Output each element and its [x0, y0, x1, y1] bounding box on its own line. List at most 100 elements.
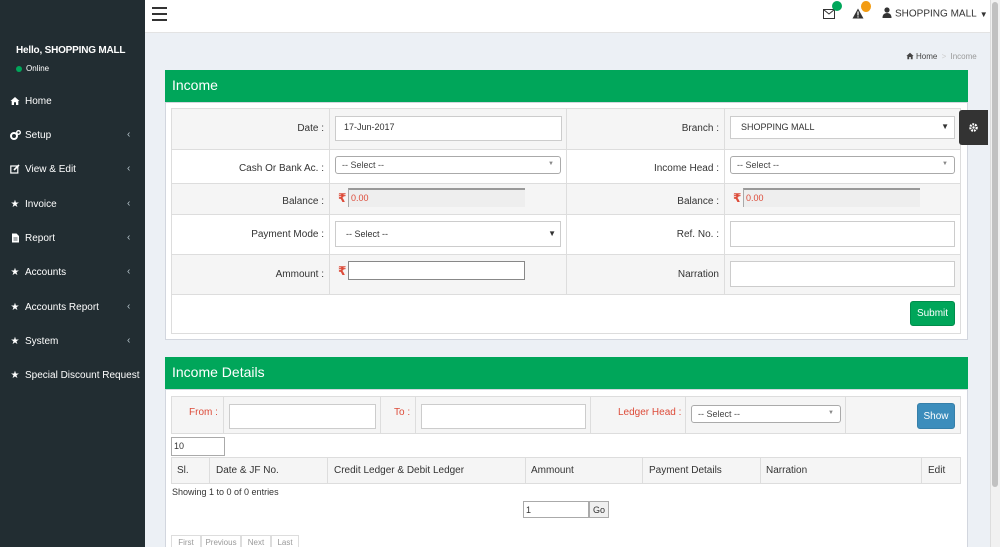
chevron-left-icon: ‹	[127, 163, 131, 174]
pager-next[interactable]: Next	[241, 535, 271, 547]
pager-last[interactable]: Last	[271, 535, 299, 547]
ref-no-label: Ref. No. :	[676, 229, 719, 240]
rupee-icon: ₹	[338, 191, 347, 205]
star-icon: ★	[10, 336, 20, 347]
column-header-sl[interactable]: Sl.	[177, 465, 189, 476]
cash-bank-label: Cash Or Bank Ac. :	[238, 163, 324, 174]
sidebar-item-view-edit[interactable]: View & Edit ‹	[0, 160, 145, 182]
balance-left-value: 0.00	[348, 188, 525, 207]
user-greeting: Hello, SHOPPING MALL	[16, 45, 126, 56]
show-button[interactable]: Show	[917, 403, 955, 429]
date-input[interactable]: 17-Jun-2017	[335, 116, 562, 141]
chevron-left-icon: ‹	[127, 266, 131, 277]
alerts-badge	[861, 1, 871, 12]
caret-down-icon: ▼	[828, 410, 834, 416]
pager-previous[interactable]: Previous	[201, 535, 241, 547]
rupee-icon: ₹	[733, 191, 742, 205]
submit-button[interactable]: Submit	[910, 301, 955, 326]
sidebar-item-label: Accounts Report	[25, 302, 99, 313]
column-header-edit[interactable]: Edit	[928, 465, 945, 476]
sidebar-item-special-discount[interactable]: ★ Special Discount Request	[0, 366, 145, 388]
sidebar-toggle-icon[interactable]	[152, 7, 167, 21]
col-divider	[415, 397, 416, 433]
sidebar-item-setup[interactable]: Setup ‹	[0, 126, 145, 148]
pager-first[interactable]: First	[171, 535, 201, 547]
breadcrumb-home[interactable]: Home	[916, 52, 937, 61]
branch-select[interactable]: SHOPPING MALL ▼	[730, 116, 955, 139]
settings-button[interactable]	[959, 110, 988, 145]
caret-down-icon: ▼	[548, 161, 554, 167]
sidebar-item-accounts-report[interactable]: ★ Accounts Report ‹	[0, 298, 145, 320]
star-icon: ★	[10, 267, 20, 278]
sidebar-item-label: System	[25, 336, 59, 347]
branch-label: Branch :	[681, 123, 719, 134]
rupee-icon: ₹	[338, 264, 347, 278]
col-divider	[329, 109, 330, 294]
breadcrumb-separator: >	[941, 52, 947, 62]
go-button[interactable]: Go	[589, 501, 609, 518]
scrollbar-thumb[interactable]	[992, 2, 998, 487]
amount-input[interactable]	[348, 261, 525, 280]
online-dot-icon	[16, 65, 22, 72]
sidebar-item-home[interactable]: Home	[0, 92, 145, 114]
sidebar-item-label: Setup	[25, 130, 52, 141]
sidebar-item-system[interactable]: ★ System ‹	[0, 332, 145, 354]
from-date-input[interactable]	[229, 404, 376, 429]
income-head-select-value: -- Select --	[737, 160, 780, 170]
caret-down-icon: ▼	[979, 9, 988, 19]
page-number-input[interactable]: 1	[523, 501, 589, 518]
sidebar-item-label: View & Edit	[25, 164, 76, 175]
sidebar-item-accounts[interactable]: ★ Accounts ‹	[0, 263, 145, 285]
narration-input[interactable]	[730, 261, 955, 287]
income-head-select[interactable]: -- Select -- ▼	[730, 156, 955, 174]
col-divider	[380, 397, 381, 433]
star-icon: ★	[10, 302, 20, 313]
income-panel-header: Income	[165, 70, 968, 102]
column-header-amount[interactable]: Ammount	[531, 465, 574, 476]
home-icon	[906, 52, 914, 62]
from-label: From :	[189, 407, 218, 418]
income-details-title: Income Details	[172, 364, 265, 380]
col-divider	[685, 397, 686, 433]
branch-select-value: SHOPPING MALL	[741, 122, 815, 132]
cash-bank-select-value: -- Select --	[342, 160, 385, 170]
breadcrumb: Home > Income	[906, 52, 977, 62]
col-divider	[921, 458, 922, 484]
column-header-payment[interactable]: Payment Details	[649, 465, 722, 476]
sidebar-item-report[interactable]: Report ‹	[0, 229, 145, 251]
edit-icon	[10, 164, 20, 177]
sidebar-item-label: Invoice	[25, 199, 57, 210]
chevron-left-icon: ‹	[127, 301, 131, 312]
caret-down-icon: ▼	[548, 229, 556, 238]
date-label: Date :	[297, 123, 324, 134]
income-title: Income	[172, 77, 218, 93]
col-divider	[724, 109, 725, 294]
sidebar-item-label: Home	[25, 96, 52, 107]
col-divider	[209, 458, 210, 484]
narration-label: Narration	[677, 269, 719, 280]
user-menu[interactable]: SHOPPING MALL ▼	[882, 7, 988, 21]
page-size-select[interactable]: 10	[171, 437, 225, 456]
chevron-left-icon: ‹	[127, 232, 131, 243]
ledger-head-select[interactable]: -- Select -- ▼	[691, 405, 841, 423]
to-label: To :	[394, 407, 411, 418]
payment-mode-select[interactable]: -- Select -- ▼	[335, 221, 561, 247]
cash-bank-select[interactable]: -- Select -- ▼	[335, 156, 561, 174]
cogs-icon	[10, 130, 21, 143]
balance-label: Balance :	[282, 196, 324, 207]
col-divider	[760, 458, 761, 484]
ref-no-input[interactable]	[730, 221, 955, 247]
to-date-input[interactable]	[421, 404, 586, 429]
col-divider	[525, 458, 526, 484]
column-header-date[interactable]: Date & JF No.	[216, 465, 279, 476]
star-icon: ★	[10, 199, 20, 210]
payment-mode-label: Payment Mode :	[251, 229, 324, 240]
sidebar-item-label: Accounts	[25, 267, 67, 278]
messages-icon[interactable]	[823, 9, 835, 22]
column-header-narration[interactable]: Narration	[766, 465, 807, 476]
home-icon	[10, 96, 20, 109]
column-header-ledger[interactable]: Credit Ledger & Debit Ledger	[334, 465, 464, 476]
balance-right-value: 0.00	[743, 188, 920, 207]
user-status: Online	[16, 64, 49, 73]
sidebar-item-invoice[interactable]: ★ Invoice ‹	[0, 195, 145, 217]
